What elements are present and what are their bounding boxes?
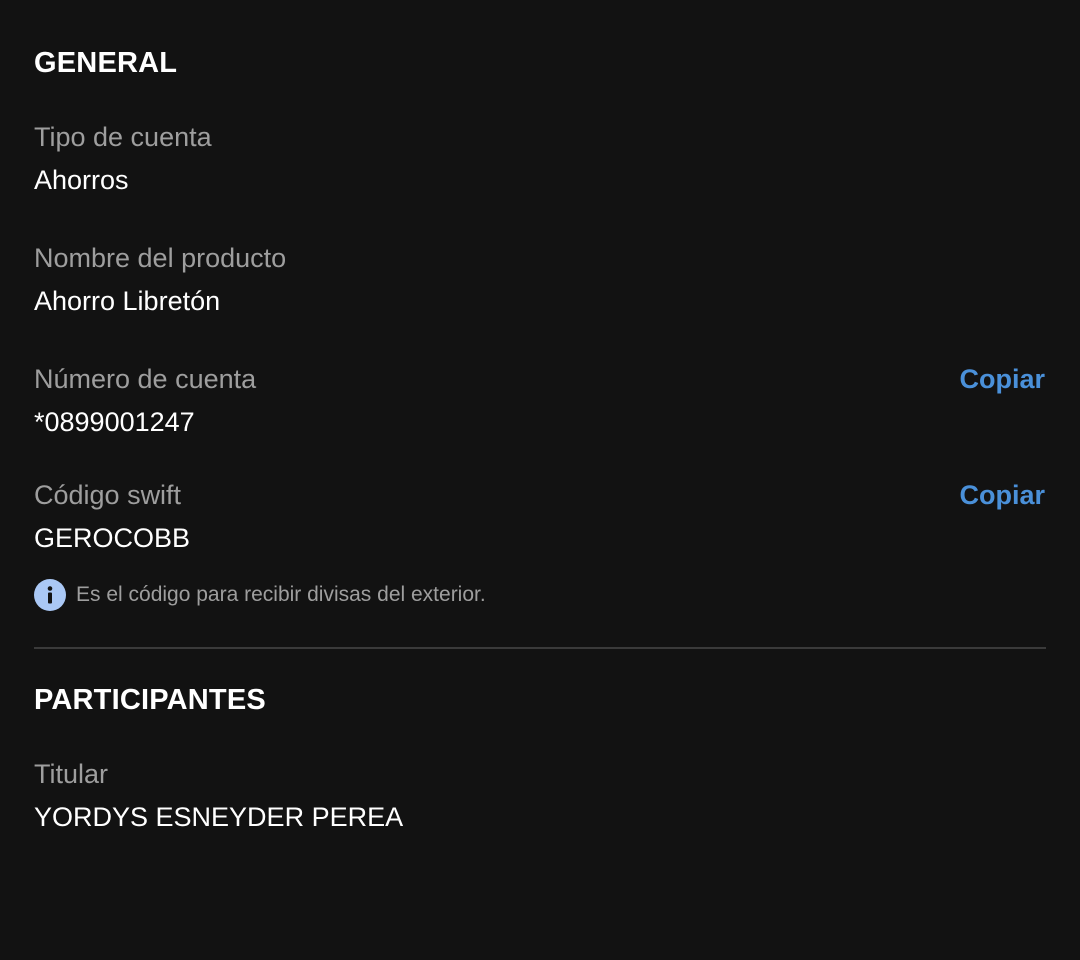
swift-info-note: Es el código para recibir divisas del ex… [34, 578, 486, 612]
product-name-value: Ahorro Libretón [34, 286, 221, 316]
info-icon [34, 579, 66, 611]
account-number-value: *0899001247 [34, 407, 195, 437]
product-name-label: Nombre del producto [34, 243, 287, 273]
account-details-page: GENERAL Tipo de cuenta Ahorros Nombre de… [0, 0, 1080, 960]
swift-code-label: Código swift [34, 480, 182, 510]
section-divider [34, 647, 1046, 649]
account-type-value: Ahorros [34, 165, 129, 195]
holder-value: YORDYS ESNEYDER PEREA [34, 802, 404, 832]
swift-code-value: GEROCOBB [34, 523, 191, 553]
copy-account-number-button[interactable]: Copiar [959, 363, 1045, 395]
participants-section-title: PARTICIPANTES [34, 684, 266, 716]
account-type-label: Tipo de cuenta [34, 122, 212, 152]
general-section-title: GENERAL [34, 47, 178, 79]
holder-label: Titular [34, 759, 109, 789]
account-number-label: Número de cuenta [34, 364, 257, 394]
swift-info-text: Es el código para recibir divisas del ex… [76, 583, 486, 606]
copy-swift-code-button[interactable]: Copiar [959, 479, 1045, 511]
